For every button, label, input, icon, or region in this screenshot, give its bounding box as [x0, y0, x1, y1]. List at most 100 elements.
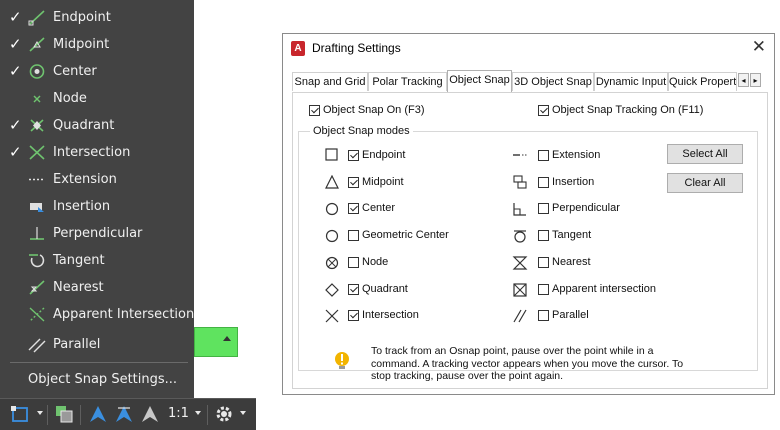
- osnap-dropdown-arrow-icon[interactable]: [37, 411, 43, 415]
- clear-all-button[interactable]: Clear All: [667, 173, 743, 193]
- apparent-intersection-checkbox[interactable]: [538, 284, 549, 295]
- object-snap-on-checkbox[interactable]: [309, 105, 320, 116]
- close-icon[interactable]: ✕: [752, 37, 766, 57]
- center-icon: [29, 64, 45, 79]
- perpendicular-marker-icon: [513, 203, 526, 216]
- menu-item-nearest[interactable]: Nearest: [0, 274, 194, 301]
- object-snap-settings-label: Object Snap Settings...: [28, 372, 178, 387]
- endpoint-checkbox[interactable]: [348, 150, 359, 161]
- nearest-checkbox[interactable]: [538, 257, 549, 268]
- midpoint-marker-icon: [325, 175, 339, 189]
- intersection-checkbox[interactable]: [348, 310, 359, 321]
- object-snap-tracking-checkbox[interactable]: [538, 105, 549, 116]
- object-snap-modes-label: Object Snap modes: [310, 125, 413, 137]
- menu-item-endpoint[interactable]: ✓ Endpoint: [0, 4, 194, 31]
- annotation-visibility-icon[interactable]: [88, 404, 108, 424]
- apparent-intersection-icon: [29, 307, 45, 322]
- checkmark-icon: ✓: [9, 8, 22, 26]
- menu-label-quadrant: Quadrant: [53, 118, 115, 133]
- perpendicular-checkbox[interactable]: [538, 203, 549, 214]
- menu-item-tangent[interactable]: Tangent: [0, 247, 194, 274]
- perpendicular-label: Perpendicular: [552, 202, 620, 214]
- tab-scroll-right-icon[interactable]: ▸: [750, 73, 761, 87]
- midpoint-label: Midpoint: [362, 176, 404, 188]
- quadrant-marker-icon: [325, 283, 339, 297]
- menu-item-extension[interactable]: Extension: [0, 166, 194, 193]
- parallel-checkbox[interactable]: [538, 310, 549, 321]
- caret-up-icon: [223, 336, 231, 341]
- menu-label-center: Center: [53, 64, 97, 79]
- menu-item-center[interactable]: ✓ Center: [0, 58, 194, 85]
- midpoint-checkbox[interactable]: [348, 177, 359, 188]
- menu-item-apparent-intersection[interactable]: Apparent Intersection: [0, 301, 194, 328]
- osnap-toolbar-icon[interactable]: [10, 404, 32, 424]
- apparent-intersection-label: Apparent intersection: [552, 283, 656, 295]
- parallel-label: Parallel: [552, 309, 589, 321]
- menu-label-midpoint: Midpoint: [53, 37, 110, 52]
- tab-3d-object-snap[interactable]: 3D Object Snap: [512, 72, 594, 91]
- nearest-marker-icon: [512, 256, 528, 270]
- tab-strip: Snap and Grid Polar Tracking Object Snap…: [292, 70, 768, 93]
- layers-icon[interactable]: [54, 404, 74, 424]
- nearest-label: Nearest: [552, 256, 591, 268]
- nearest-icon: [29, 280, 45, 295]
- menu-label-insertion: Insertion: [53, 199, 111, 214]
- object-snap-modes-group: [298, 131, 758, 371]
- checkmark-icon: ✓: [9, 62, 22, 80]
- tab-polar-tracking[interactable]: Polar Tracking: [368, 72, 447, 91]
- annotation-scale-value[interactable]: 1:1: [168, 406, 189, 421]
- menu-label-parallel: Parallel: [53, 337, 101, 352]
- endpoint-icon: [28, 10, 45, 26]
- menu-item-perpendicular[interactable]: Perpendicular: [0, 220, 194, 247]
- menu-item-midpoint[interactable]: ✓ Midpoint: [0, 31, 194, 58]
- tab-quick-properties[interactable]: Quick Propert: [668, 72, 737, 91]
- menu-label-nearest: Nearest: [53, 280, 104, 295]
- object-snap-settings-item[interactable]: Object Snap Settings...: [0, 366, 194, 394]
- center-label: Center: [362, 202, 396, 214]
- insertion-label: Insertion: [552, 176, 595, 188]
- menu-item-intersection[interactable]: ✓ Intersection: [0, 139, 194, 166]
- object-snap-menu: ✓ Endpoint ✓ Midpoint ✓ Center Node ✓ Qu…: [0, 0, 194, 398]
- endpoint-label: Endpoint: [362, 149, 406, 161]
- tab-snap-and-grid[interactable]: Snap and Grid: [292, 72, 368, 91]
- menu-label-intersection: Intersection: [53, 145, 131, 160]
- menu-divider: [10, 362, 188, 363]
- annotation-scale-icon[interactable]: [140, 404, 160, 424]
- checkmark-icon: ✓: [9, 143, 22, 161]
- node-marker-icon: [325, 256, 339, 270]
- tracking-tip-text: To track from an Osnap point, pause over…: [371, 345, 684, 382]
- parallel-icon: [28, 338, 46, 353]
- node-icon: [33, 95, 41, 103]
- extension-checkbox[interactable]: [538, 150, 549, 161]
- tab-dynamic-input[interactable]: Dynamic Input: [594, 72, 668, 91]
- menu-item-parallel[interactable]: Parallel: [0, 331, 194, 358]
- apparent-intersection-marker-icon: [513, 283, 527, 297]
- osnap-expand-button[interactable]: [194, 327, 238, 357]
- menu-label-extension: Extension: [53, 172, 117, 187]
- toolbar-separator: [207, 405, 208, 425]
- perpendicular-icon: [30, 227, 44, 240]
- menu-label-perpendicular: Perpendicular: [53, 226, 143, 241]
- scale-dropdown-arrow-icon[interactable]: [195, 411, 201, 415]
- menu-item-quadrant[interactable]: ✓ Quadrant: [0, 112, 194, 139]
- gear-icon[interactable]: [214, 404, 234, 424]
- quadrant-label: Quadrant: [362, 283, 408, 295]
- gear-dropdown-arrow-icon[interactable]: [240, 411, 246, 415]
- menu-label-tangent: Tangent: [53, 253, 105, 268]
- menu-item-insertion[interactable]: Insertion: [0, 193, 194, 220]
- node-checkbox[interactable]: [348, 257, 359, 268]
- auto-scale-icon[interactable]: [114, 404, 134, 424]
- status-toolbar: 1:1: [0, 398, 256, 430]
- geometric-center-checkbox[interactable]: [348, 230, 359, 241]
- select-all-button[interactable]: Select All: [667, 144, 743, 164]
- extension-label: Extension: [552, 149, 601, 161]
- insertion-icon: [30, 203, 44, 212]
- tab-scroll-left-icon[interactable]: ◂: [738, 73, 749, 87]
- tab-object-snap[interactable]: Object Snap: [447, 70, 512, 92]
- quadrant-checkbox[interactable]: [348, 284, 359, 295]
- autocad-app-icon: A: [291, 41, 305, 56]
- center-checkbox[interactable]: [348, 203, 359, 214]
- insertion-checkbox[interactable]: [538, 177, 549, 188]
- tangent-checkbox[interactable]: [538, 230, 549, 241]
- menu-item-node[interactable]: Node: [0, 85, 194, 112]
